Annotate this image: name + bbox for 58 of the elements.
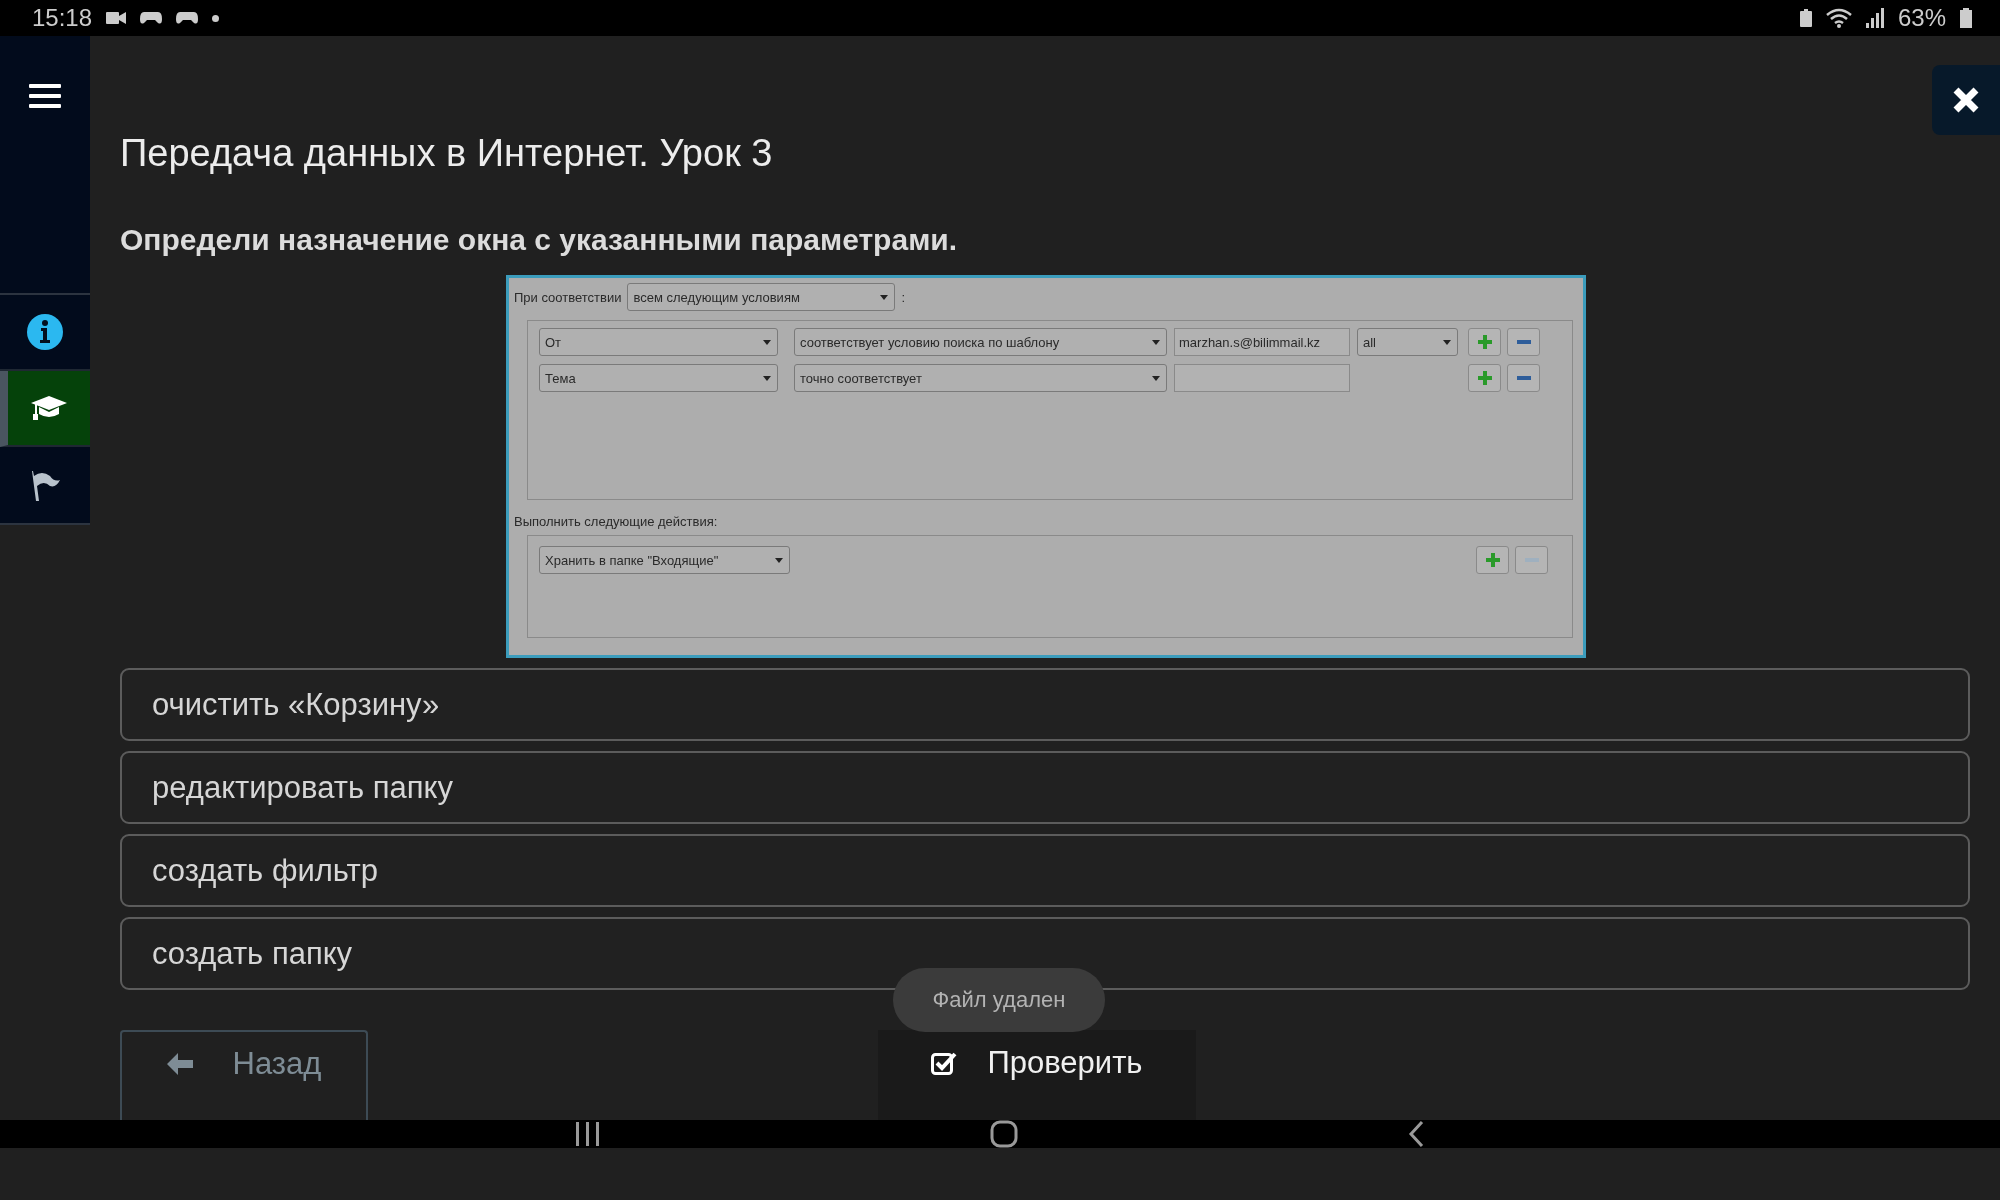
- caret-icon: [1443, 339, 1451, 345]
- dropdown[interactable]: Хранить в папке "Входящие": [539, 546, 790, 574]
- value-field[interactable]: [1174, 364, 1350, 392]
- answer-option[interactable]: создать папку: [120, 917, 1970, 990]
- lesson-title: Передача данных в Интернет. Урок 3: [120, 132, 774, 175]
- remove-button[interactable]: [1507, 364, 1540, 392]
- sidebar-item[interactable]: [0, 371, 90, 447]
- clock-time: 15:18: [32, 4, 93, 32]
- home-button[interactable]: [990, 1120, 1018, 1148]
- battery-saver-icon: [1799, 9, 1812, 27]
- dropdown[interactable]: соответствует условию поиска по шаблону: [794, 328, 1167, 356]
- caret-icon: [763, 375, 771, 381]
- caret-icon: [880, 294, 889, 300]
- colon-text: :: [901, 289, 906, 305]
- battery-icon: [1960, 8, 1972, 28]
- video-camera-icon: [106, 11, 127, 25]
- dropdown[interactable]: От: [539, 328, 778, 356]
- menu-icon: [29, 82, 61, 110]
- plus-icon: [1485, 553, 1500, 567]
- minus-icon: [1516, 340, 1531, 344]
- home-icon: [990, 1120, 1018, 1148]
- caret-icon: [1152, 339, 1160, 345]
- recent-apps-icon: [574, 1122, 601, 1146]
- arrow-left-icon: [166, 1053, 193, 1075]
- recent-apps-button[interactable]: [574, 1122, 601, 1146]
- value-field[interactable]: marzhan.s@bilimmail.kz: [1174, 328, 1350, 356]
- caret-icon: [1152, 375, 1160, 381]
- minus-icon: [1516, 376, 1531, 380]
- signal-icon: [1865, 8, 1884, 28]
- gamepad-icon: [140, 11, 163, 25]
- wifi-icon: [1825, 8, 1852, 28]
- toast-message: Файл удален: [893, 968, 1105, 1032]
- dropdown[interactable]: всем следующим условиям: [627, 283, 896, 311]
- graduation-cap-icon: [30, 394, 68, 422]
- close-button[interactable]: [1932, 65, 2000, 135]
- question-text: Определи назначение окна с указанными параметрами.: [120, 223, 959, 257]
- checkbox-icon: [931, 1051, 958, 1075]
- answer-option[interactable]: редактировать папку: [120, 751, 1970, 824]
- dropdown[interactable]: all: [1357, 328, 1458, 356]
- answer-option[interactable]: очистить «Корзину»: [120, 668, 1970, 741]
- dropdown[interactable]: точно соответствует: [794, 364, 1167, 392]
- info-icon: [26, 313, 64, 351]
- check-button[interactable]: Проверить: [878, 1030, 1196, 1120]
- battery-percentage: 63%: [1897, 4, 1946, 32]
- dropdown[interactable]: Тема: [539, 364, 778, 392]
- plus-icon: [1477, 371, 1492, 385]
- plus-icon: [1477, 335, 1492, 349]
- back-nav-button[interactable]: [1407, 1120, 1426, 1148]
- caret-icon: [763, 339, 771, 345]
- dot-icon: [212, 14, 220, 22]
- remove-button[interactable]: [1507, 328, 1540, 356]
- close-icon: [1952, 86, 1980, 114]
- answer-option[interactable]: создать фильтр: [120, 834, 1970, 907]
- match-label: При соответствии: [514, 289, 622, 305]
- gamepad-icon: [176, 11, 199, 25]
- actions-label: Выполнить следующие действия:: [514, 514, 719, 529]
- back-icon: [1407, 1120, 1426, 1148]
- caret-icon: [775, 557, 783, 563]
